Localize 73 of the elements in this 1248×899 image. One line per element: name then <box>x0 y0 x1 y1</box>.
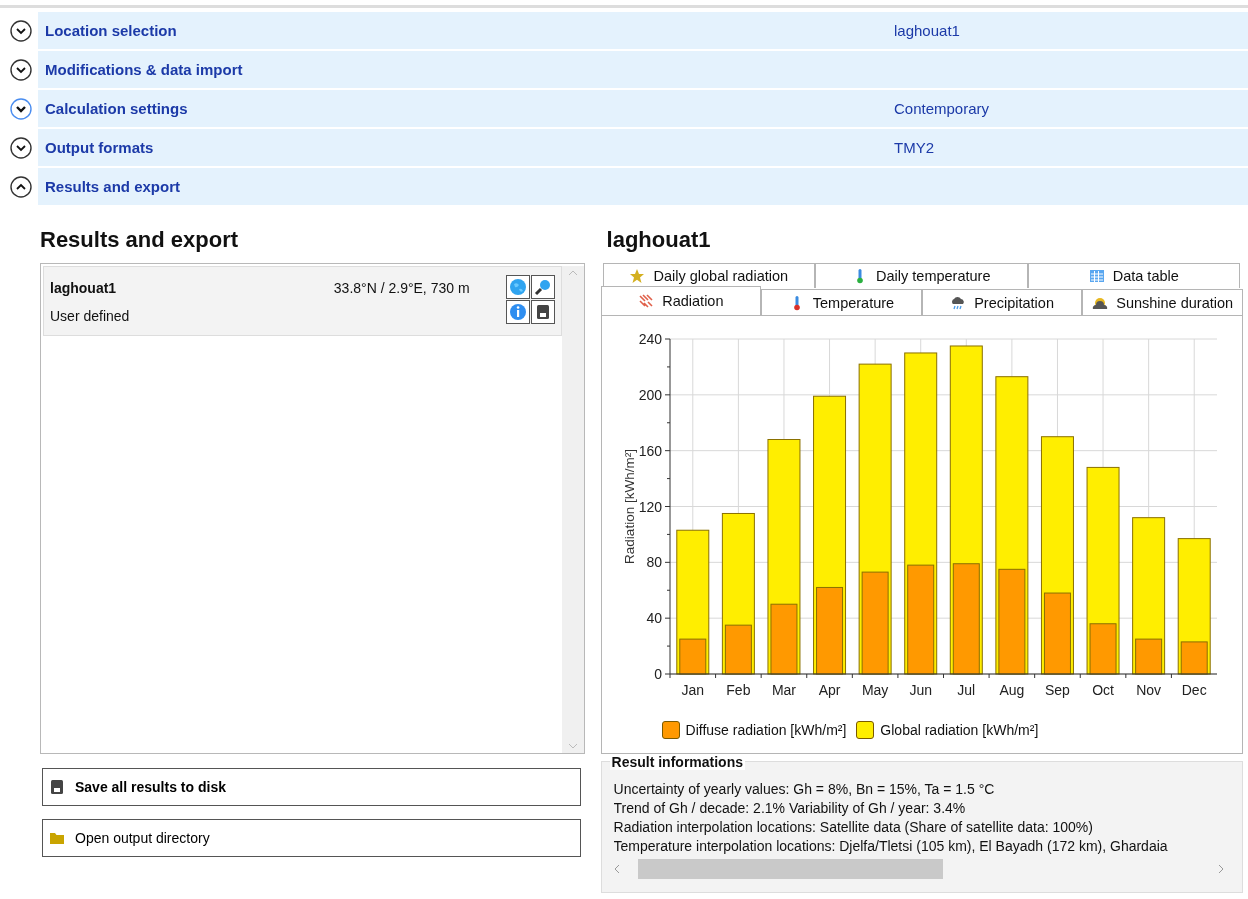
location-source: User defined <box>50 307 131 324</box>
expand-icon[interactable] <box>10 136 32 159</box>
panel-heading: Results and export <box>40 227 240 253</box>
axis-label: Jan <box>681 682 704 698</box>
section-value: Contemporary <box>894 100 990 117</box>
axis-label: 40 <box>645 610 662 627</box>
tab[interactable]: Precipitation <box>921 289 1083 316</box>
axis-label: 200 <box>638 386 662 403</box>
legend-label: Diffuse radiation [kWh/m²] <box>685 722 847 738</box>
folder-icon <box>49 830 65 846</box>
expand-icon[interactable] <box>10 19 32 42</box>
section-header[interactable]: Modifications & data import <box>38 51 1248 88</box>
location-name: laghouat1 <box>50 279 118 296</box>
legend-swatch <box>661 721 680 739</box>
collapse-icon[interactable] <box>10 175 32 198</box>
section-title: Modifications & data import <box>45 61 244 78</box>
section-value: laghouat1 <box>894 22 960 39</box>
section-title: Calculation settings <box>45 100 189 117</box>
expand-icon[interactable] <box>10 58 32 81</box>
axis-label: Dec <box>1181 682 1207 698</box>
search-icon[interactable] <box>530 275 555 299</box>
sun-rays-icon <box>638 293 655 309</box>
axis-label: Nov <box>1135 682 1161 698</box>
section-title: Output formats <box>45 139 155 156</box>
scroll-left-icon[interactable] <box>613 864 620 874</box>
tab[interactable]: Radiation <box>600 286 762 315</box>
axis-label: Apr <box>818 682 840 698</box>
axis-label: May <box>861 682 888 698</box>
open-directory-button[interactable]: Open output directory <box>42 819 581 857</box>
tab[interactable]: Sunshine duration <box>1082 289 1243 316</box>
star-icon <box>629 268 646 284</box>
table-icon <box>1088 268 1105 284</box>
rain-cloud-icon <box>950 294 967 311</box>
location-coordinates: 33.8°N / 2.9°E, 730 m <box>333 279 471 296</box>
axis-label: 240 <box>638 331 662 347</box>
info-line: Uncertainty of yearly values: Gh = 8%, Bn = 15%, Ta = 1.5 °C <box>613 780 996 799</box>
save-button[interactable]: Save all results to disk <box>42 768 581 806</box>
axis-label: Jul <box>956 682 975 698</box>
section-header[interactable]: Location selection laghouat1 <box>38 12 1248 49</box>
group-title: Result informations <box>609 754 745 770</box>
info-line: Radiation interpolation locations: Satellite data (Share of satellite data: 100%) <box>613 818 1094 837</box>
globe-icon[interactable] <box>505 275 530 299</box>
scroll-right-icon[interactable] <box>1217 864 1224 874</box>
axis-label: Jun <box>908 682 932 698</box>
info-icon[interactable] <box>505 300 530 324</box>
tab[interactable]: Data table <box>1027 263 1240 288</box>
section-header[interactable]: Output formats TMY2 <box>38 129 1248 166</box>
tab[interactable]: Daily temperature <box>815 263 1028 288</box>
axis-label: Mar <box>771 682 796 698</box>
axis-label: Feb <box>725 682 750 698</box>
axis-label: 160 <box>638 442 662 459</box>
axis-title: Radiation [kWh/m²] <box>621 449 637 564</box>
location-item[interactable]: laghouat1 33.8°N / 2.9°E, 730 m User defined <box>43 266 562 336</box>
axis-label: Sep <box>1044 682 1070 698</box>
legend-swatch <box>856 721 875 739</box>
tab[interactable]: Temperature <box>761 289 922 316</box>
axis-label: Oct <box>1091 682 1114 698</box>
axis-label: 120 <box>638 498 662 515</box>
section-title: Location selection <box>45 22 178 39</box>
info-line: Trend of Gh / decade: 2.1% Variability of Gh / year: 3.4% <box>613 799 967 818</box>
axis-label: 80 <box>645 554 662 571</box>
location-title: laghouat1 <box>606 227 712 253</box>
info-line: Temperature interpolation locations: Djelfa/Tletsi (105 km), El Bayadh (172 km), Ghardaia <box>613 837 1169 856</box>
scrollbar-thumb[interactable] <box>637 859 943 879</box>
axis-label: Aug <box>998 682 1024 698</box>
section-value: TMY2 <box>894 139 934 156</box>
section-header[interactable]: Calculation settings Contemporary <box>38 90 1248 127</box>
expand-icon[interactable] <box>10 97 32 120</box>
tab[interactable]: Daily global radiation <box>602 263 816 288</box>
axis-label: 0 <box>653 666 662 682</box>
section-title: Results and export <box>45 178 182 195</box>
section-header[interactable]: Results and export <box>38 168 1248 205</box>
legend-label: Global radiation [kWh/m²] <box>880 722 1039 738</box>
